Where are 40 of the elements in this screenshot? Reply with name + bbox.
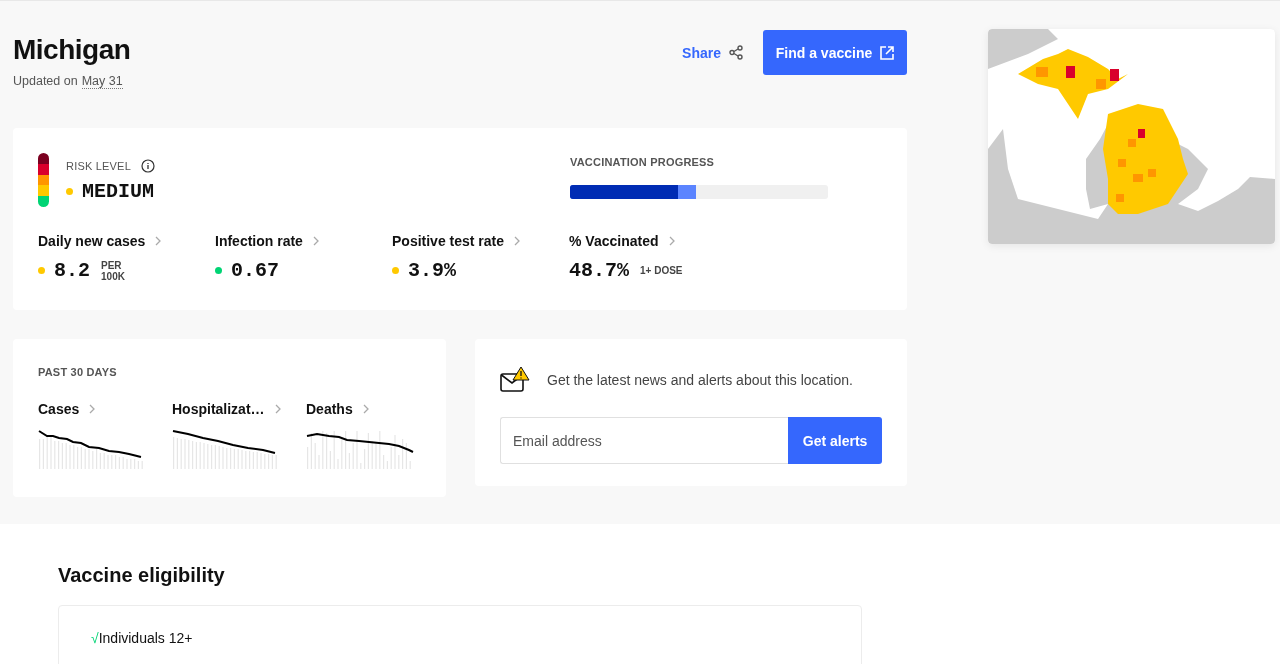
trend-link[interactable]: Hospitalizat… — [172, 401, 281, 417]
eligibility-item: √Individuals 12+ — [91, 630, 194, 646]
metric-unit: 1+ DOSE — [640, 265, 683, 276]
info-icon[interactable] — [141, 159, 155, 173]
risk-meter-icon — [38, 153, 49, 207]
trend-link[interactable]: Cases — [38, 401, 96, 417]
metric-link[interactable]: Daily new cases — [38, 233, 162, 249]
trend-link[interactable]: Deaths — [306, 401, 369, 417]
chevron-icon — [89, 404, 96, 414]
share-icon — [729, 45, 743, 60]
updated-label: Updated on — [13, 74, 78, 89]
get-alerts-button[interactable]: Get alerts — [788, 417, 882, 464]
email-field[interactable]: Email address — [500, 417, 789, 464]
page-title: Michigan — [13, 34, 131, 66]
metric-value: 0.67 — [231, 259, 279, 282]
metric-unit: 100K — [101, 270, 125, 282]
chevron-icon — [274, 404, 281, 414]
chevron-icon — [668, 236, 675, 246]
chevron-icon — [155, 236, 162, 246]
find-vaccine-button[interactable]: Find a vaccine — [763, 30, 907, 75]
chevron-icon — [362, 404, 369, 414]
vaccination-progress-label: VACCINATION PROGRESS — [570, 156, 716, 168]
trends-label: PAST 30 DAYS — [38, 366, 118, 378]
metric-link[interactable]: Infection rate — [215, 233, 319, 249]
metric-value: 8.2 — [54, 259, 90, 282]
section-title: Vaccine eligibility — [58, 564, 226, 587]
metric-value: 3.9% — [408, 259, 456, 282]
chevron-icon — [312, 236, 319, 246]
metric-link[interactable]: % Vaccinated — [569, 233, 675, 249]
risk-level-value: MEDIUM — [82, 180, 154, 203]
share-button[interactable]: Share — [682, 44, 743, 61]
updated-date[interactable]: May 31 — [81, 74, 123, 89]
metric-value: 48.7% — [569, 259, 629, 282]
chevron-icon — [514, 236, 521, 246]
metric-link[interactable]: Positive test rate — [392, 233, 521, 249]
mail-warning-icon — [500, 366, 530, 393]
external-link-icon — [880, 45, 895, 60]
metric-unit: PER — [101, 259, 123, 271]
risk-level-label: RISK LEVEL — [66, 160, 131, 172]
alerts-text: Get the latest news and alerts about this location. — [547, 371, 853, 388]
